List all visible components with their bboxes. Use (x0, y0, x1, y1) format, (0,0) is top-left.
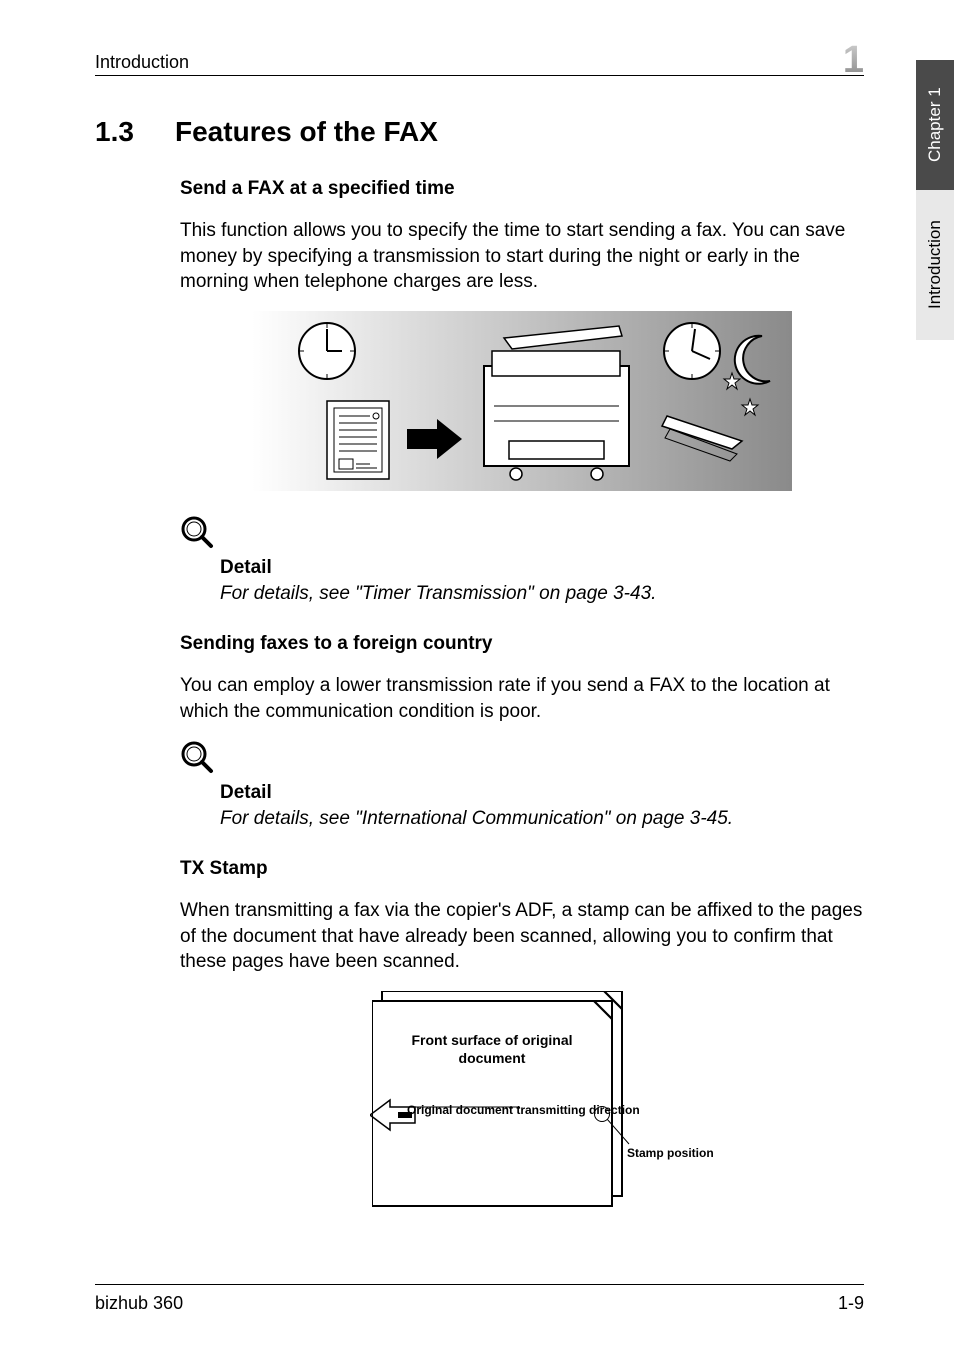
section-name: Features of the FAX (175, 116, 438, 148)
page-footer: bizhub 360 1-9 (95, 1284, 864, 1314)
section-number: 1.3 (95, 116, 143, 148)
header-chapter-number: 1 (843, 41, 864, 79)
illustration-timer-transmission (180, 311, 864, 491)
body-text-foreign: You can employ a lower transmission rate… (180, 673, 864, 724)
magnifier-icon (180, 515, 864, 551)
detail-heading: Detail (220, 782, 864, 804)
label-stamp-position: Stamp position (627, 1146, 714, 1160)
label-front-surface: Front surface of original document (402, 1031, 582, 1067)
body-text-timer: This function allows you to specify the … (180, 218, 864, 295)
illustration-tx-stamp: Front surface of original document Origi… (180, 991, 864, 1221)
footer-page-number: 1-9 (838, 1293, 864, 1314)
section-title: 1.3 Features of the FAX (95, 116, 864, 148)
subsection-title-timer: Send a FAX at a specified time (180, 178, 864, 200)
detail-heading: Detail (220, 557, 864, 579)
footer-product-name: bizhub 360 (95, 1293, 183, 1314)
subsection-title-foreign: Sending faxes to a foreign country (180, 633, 864, 655)
detail-text-foreign: For details, see "International Communic… (220, 808, 864, 830)
detail-text-timer: For details, see "Timer Transmission" on… (220, 583, 864, 605)
subsection-title-tx-stamp: TX Stamp (180, 858, 864, 880)
magnifier-icon (180, 740, 864, 776)
body-text-tx-stamp: When transmitting a fax via the copier's… (180, 898, 864, 975)
side-tab-section: Introduction (916, 190, 954, 340)
side-tab-chapter: Chapter 1 (916, 60, 954, 190)
header-section-name: Introduction (95, 52, 189, 73)
side-tabs: Chapter 1 Introduction (916, 60, 954, 340)
